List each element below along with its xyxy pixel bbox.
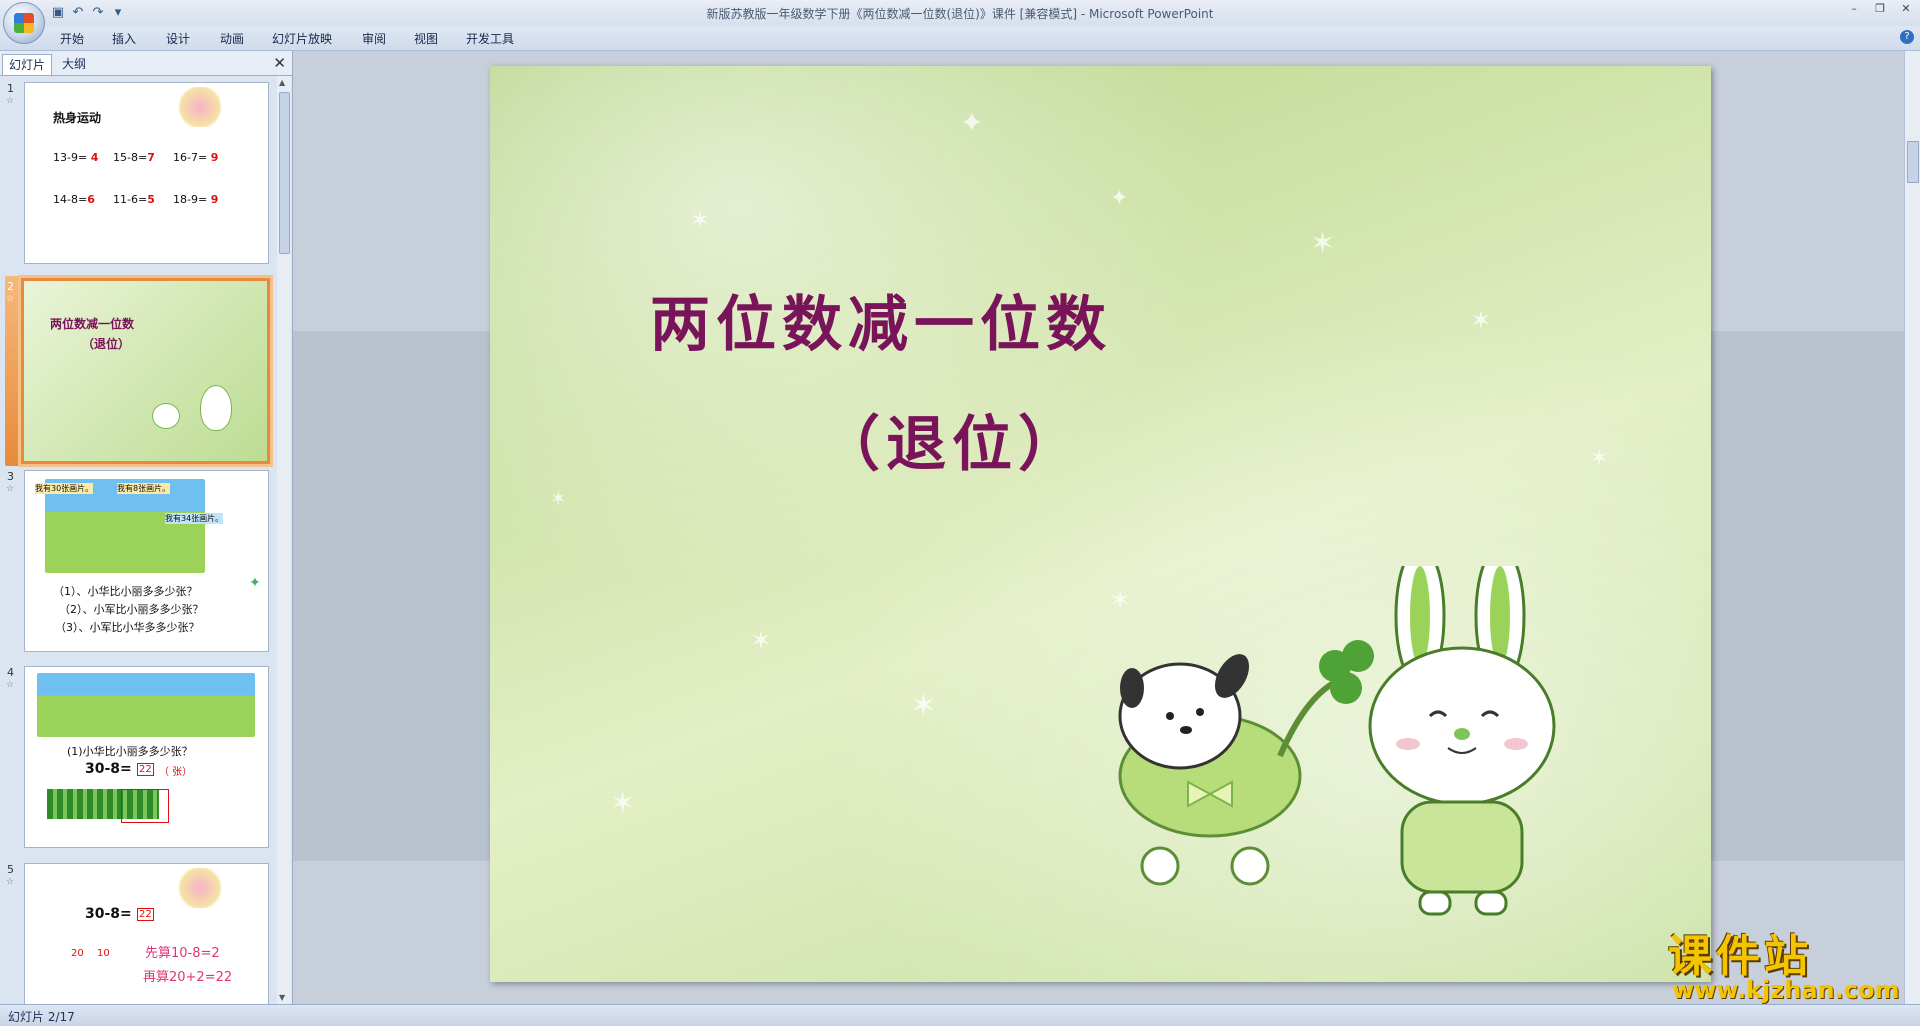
office-button[interactable] bbox=[3, 2, 45, 44]
flower-decoration bbox=[175, 87, 225, 127]
kids-picture bbox=[37, 673, 255, 737]
tab-view[interactable]: 视图 bbox=[414, 30, 438, 47]
watermark: 课件站 www.kjzhan.com bbox=[1668, 920, 1904, 1004]
scrollbar-thumb[interactable] bbox=[279, 92, 290, 254]
office-logo-icon bbox=[14, 13, 34, 33]
sparkle-decoration: ✶ bbox=[550, 486, 567, 510]
slide-number: 5 bbox=[7, 863, 14, 876]
slide-number: 2 bbox=[7, 280, 14, 293]
thumb-question: (1)小华比小丽多多少张？ bbox=[67, 745, 193, 758]
tab-design[interactable]: 设计 bbox=[166, 30, 190, 47]
thumb-answer: 22 bbox=[137, 908, 154, 921]
slide-thumbnail-4[interactable]: (1)小华比小丽多多少张？ 30-8= 22 （ 张） bbox=[24, 666, 269, 848]
scroll-down-icon[interactable]: ▼ bbox=[279, 993, 285, 1002]
minimize-icon[interactable]: – bbox=[1846, 2, 1862, 15]
sparkle-decoration: ✶ bbox=[690, 206, 711, 234]
slides-pane: 幻灯片 大纲 ✕ 1 ☆ 热身运动 13-9= 4 15-8=7 16-7= 9… bbox=[0, 51, 293, 1004]
rabbit-and-puppy-illustration bbox=[1118, 566, 1556, 916]
window-title: 新版苏教版一年级数学下册《两位数减一位数(退位)》课件 [兼容模式] - Mic… bbox=[706, 7, 1214, 21]
close-icon[interactable]: ✕ bbox=[1898, 2, 1914, 15]
tab-home[interactable]: 开始 bbox=[60, 30, 84, 47]
thumb-equation: 30-8= bbox=[85, 906, 132, 922]
thumb-equation: 30-8= bbox=[85, 761, 132, 777]
thumb-subtitle: （退位） bbox=[82, 337, 131, 351]
slide-counter: 幻灯片 2/17 bbox=[8, 1010, 75, 1024]
close-pane-icon[interactable]: ✕ bbox=[273, 54, 286, 72]
slide-number: 4 bbox=[7, 666, 14, 679]
window-controls: – ❐ ✕ bbox=[1846, 2, 1914, 15]
red-box bbox=[121, 789, 169, 823]
slide-number: 1 bbox=[7, 82, 14, 95]
transition-star-icon: ☆ bbox=[6, 877, 15, 887]
thumb-title: 两位数减一位数 bbox=[50, 317, 135, 331]
tab-slideshow[interactable]: 幻灯片放映 bbox=[272, 30, 332, 47]
thumb-equation: 13-9= 4 bbox=[53, 151, 99, 164]
slide-thumbnail-2[interactable]: 两位数减一位数 （退位） bbox=[21, 278, 270, 464]
status-bar: 幻灯片 2/17 bbox=[0, 1004, 1920, 1026]
scroll-up-icon[interactable]: ▲ bbox=[279, 78, 285, 87]
tab-insert[interactable]: 插入 bbox=[112, 30, 136, 47]
tab-animations[interactable]: 动画 bbox=[220, 30, 244, 47]
watermark-logo: 课件站 bbox=[1668, 931, 1812, 982]
transition-star-icon: ☆ bbox=[6, 680, 15, 690]
sparkle-decoration: ✶ bbox=[1470, 306, 1492, 336]
sparkle-decoration: ✦ bbox=[1110, 186, 1129, 211]
sparkle-decoration: ✶ bbox=[750, 626, 772, 656]
current-slide[interactable]: ✦ ✦ ✶ ✶ ✶ ✶ ✶ ✶ ✶ ✶ ✶ ✶ 两位数减一位数 （退位） bbox=[490, 66, 1711, 982]
pane-scrollbar[interactable]: ▲ ▼ bbox=[277, 76, 291, 1004]
thumb-question: （2）、小军比小丽多多少张？ bbox=[59, 603, 204, 616]
nav-arrow-icon: ✦ bbox=[249, 575, 261, 591]
slide-thumbnail-5[interactable]: 30-8= 22 20 10 先算10-8=2 再算20+2=22 bbox=[24, 863, 269, 1004]
title-bar: ▣ ↶ ↷ ▾ 新版苏教版一年级数学下册《两位数减一位数(退位)》课件 [兼容模… bbox=[0, 0, 1920, 26]
slide-title: 两位数减一位数 bbox=[650, 290, 1112, 360]
thumb-split: 20 bbox=[71, 948, 84, 959]
transition-star-icon: ☆ bbox=[6, 96, 15, 106]
slide-subtitle: （退位） bbox=[820, 410, 1084, 480]
speech-bubble: 我有34张画片。 bbox=[165, 513, 224, 524]
speech-bubble: 我有8张画片。 bbox=[117, 483, 171, 494]
sparkle-decoration: ✶ bbox=[610, 786, 636, 821]
tab-review[interactable]: 审阅 bbox=[362, 30, 386, 47]
tab-slides[interactable]: 幻灯片 bbox=[2, 54, 53, 75]
thumb-equation: 15-8=7 bbox=[113, 151, 155, 164]
thumb-unit: （ 张） bbox=[159, 767, 193, 778]
thumb-answer: 22 bbox=[137, 763, 154, 776]
help-icon[interactable]: ? bbox=[1900, 30, 1914, 44]
sparkle-decoration: ✶ bbox=[1590, 446, 1609, 471]
tab-developer[interactable]: 开发工具 bbox=[466, 30, 514, 47]
speech-bubble: 我有30张画片。 bbox=[35, 483, 94, 494]
thumb-question: （3）、小军比小华多多少张？ bbox=[55, 621, 200, 634]
slide-thumbnail-3[interactable]: 我有30张画片。 我有8张画片。 我有34张画片。 （1）、小华比小丽多多少张？… bbox=[24, 470, 269, 652]
puppy-image bbox=[152, 403, 180, 429]
sparkle-decoration: ✶ bbox=[910, 686, 937, 724]
thumb-equation: 18-9= 9 bbox=[173, 193, 219, 206]
pane-tabs: 幻灯片 大纲 ✕ bbox=[0, 51, 292, 76]
flower-decoration bbox=[175, 868, 225, 908]
tab-outline[interactable]: 大纲 bbox=[56, 54, 92, 74]
thumb-equation: 11-6=5 bbox=[113, 193, 155, 206]
thumb-step: 先算10-8=2 bbox=[145, 946, 220, 961]
watermark-url: www.kjzhan.com bbox=[1672, 976, 1900, 1004]
ribbon-tabs: 开始 插入 设计 动画 幻灯片放映 审阅 视图 开发工具 ? bbox=[0, 26, 1920, 51]
thumb-step: 再算20+2=22 bbox=[143, 970, 233, 985]
sparkle-decoration: ✶ bbox=[1310, 226, 1336, 261]
sparkle-decoration: ✦ bbox=[960, 106, 984, 139]
transition-star-icon: ☆ bbox=[6, 484, 15, 494]
editor-scrollbar[interactable] bbox=[1904, 51, 1920, 1004]
thumb-split: 10 bbox=[97, 948, 110, 959]
scrollbar-thumb[interactable] bbox=[1907, 141, 1919, 183]
restore-icon[interactable]: ❐ bbox=[1872, 2, 1888, 15]
thumb-question: （1）、小华比小丽多多少张？ bbox=[53, 585, 198, 598]
transition-star-icon: ☆ bbox=[6, 294, 15, 304]
thumb-title: 热身运动 bbox=[53, 111, 102, 125]
thumb-equation: 16-7= 9 bbox=[173, 151, 219, 164]
slide-number: 3 bbox=[7, 470, 14, 483]
rabbit-image bbox=[200, 385, 232, 431]
thumbnail-list: 1 ☆ 热身运动 13-9= 4 15-8=7 16-7= 9 14-8=6 1… bbox=[0, 76, 276, 1004]
slide-thumbnail-1[interactable]: 热身运动 13-9= 4 15-8=7 16-7= 9 14-8=6 11-6=… bbox=[24, 82, 269, 264]
thumb-equation: 14-8=6 bbox=[53, 193, 95, 206]
